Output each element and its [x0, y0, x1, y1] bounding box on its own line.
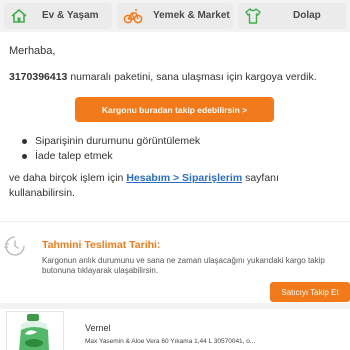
- detergent-bottle-image: [19, 314, 49, 350]
- product-name[interactable]: Max Yasemin & Aloe Vera 60 Yıkama 1,44 L…: [85, 338, 255, 345]
- follow-seller-button[interactable]: Satıcıyı Takip Et: [270, 282, 350, 302]
- divider: [0, 221, 350, 222]
- order-number: 3170396413: [9, 71, 68, 83]
- my-orders-link[interactable]: Hesabım > Siparişlerim: [126, 172, 242, 184]
- delivery-description: Kargonun anlık durumunu ve sana ne zaman…: [42, 256, 325, 275]
- category-dolap[interactable]: Dolap: [238, 3, 346, 29]
- product-brand: Vernel: [85, 323, 111, 333]
- product-image[interactable]: [6, 311, 64, 350]
- list-item-text: Siparişinin durumunu görüntülemek: [35, 135, 201, 147]
- list-item: Siparişinin durumunu görüntülemek: [22, 134, 200, 149]
- account-message: ve daha birçok işlem için Hesabım > Sipa…: [9, 171, 299, 201]
- home-icon: [11, 9, 27, 23]
- feature-list: Siparişinin durumunu görüntülemek İade t…: [22, 134, 200, 164]
- clock-icon: [4, 236, 25, 256]
- section-divider: [0, 303, 350, 309]
- bicycle-icon: [123, 9, 143, 24]
- category-ev-yasam[interactable]: Ev & Yaşam: [4, 3, 112, 29]
- tshirt-icon: [245, 8, 261, 24]
- category-label: Ev & Yaşam: [42, 10, 99, 21]
- list-item-text: İade talep etmek: [35, 150, 113, 162]
- order-text: numaralı paketini, sana ulaşması için ka…: [67, 71, 317, 83]
- category-label: Yemek & Market: [153, 10, 230, 21]
- bullet-icon: [22, 139, 27, 144]
- account-prefix: ve daha birçok işlem için: [9, 172, 127, 184]
- track-cargo-button[interactable]: Kargonu buradan takip edebilirsin >: [75, 97, 274, 122]
- bullet-icon: [22, 154, 27, 159]
- greeting: Merhaba,: [9, 45, 56, 57]
- order-message: 3170396413 numaralı paketini, sana ulaşm…: [9, 71, 317, 83]
- category-bar: Ev & Yaşam Yemek & Market Dolap: [0, 0, 350, 32]
- category-yemek-market[interactable]: Yemek & Market: [117, 3, 233, 29]
- list-item: İade talep etmek: [22, 149, 200, 164]
- delivery-title: Tahmini Teslimat Tarihi:: [42, 239, 161, 251]
- category-label: Dolap: [293, 10, 321, 21]
